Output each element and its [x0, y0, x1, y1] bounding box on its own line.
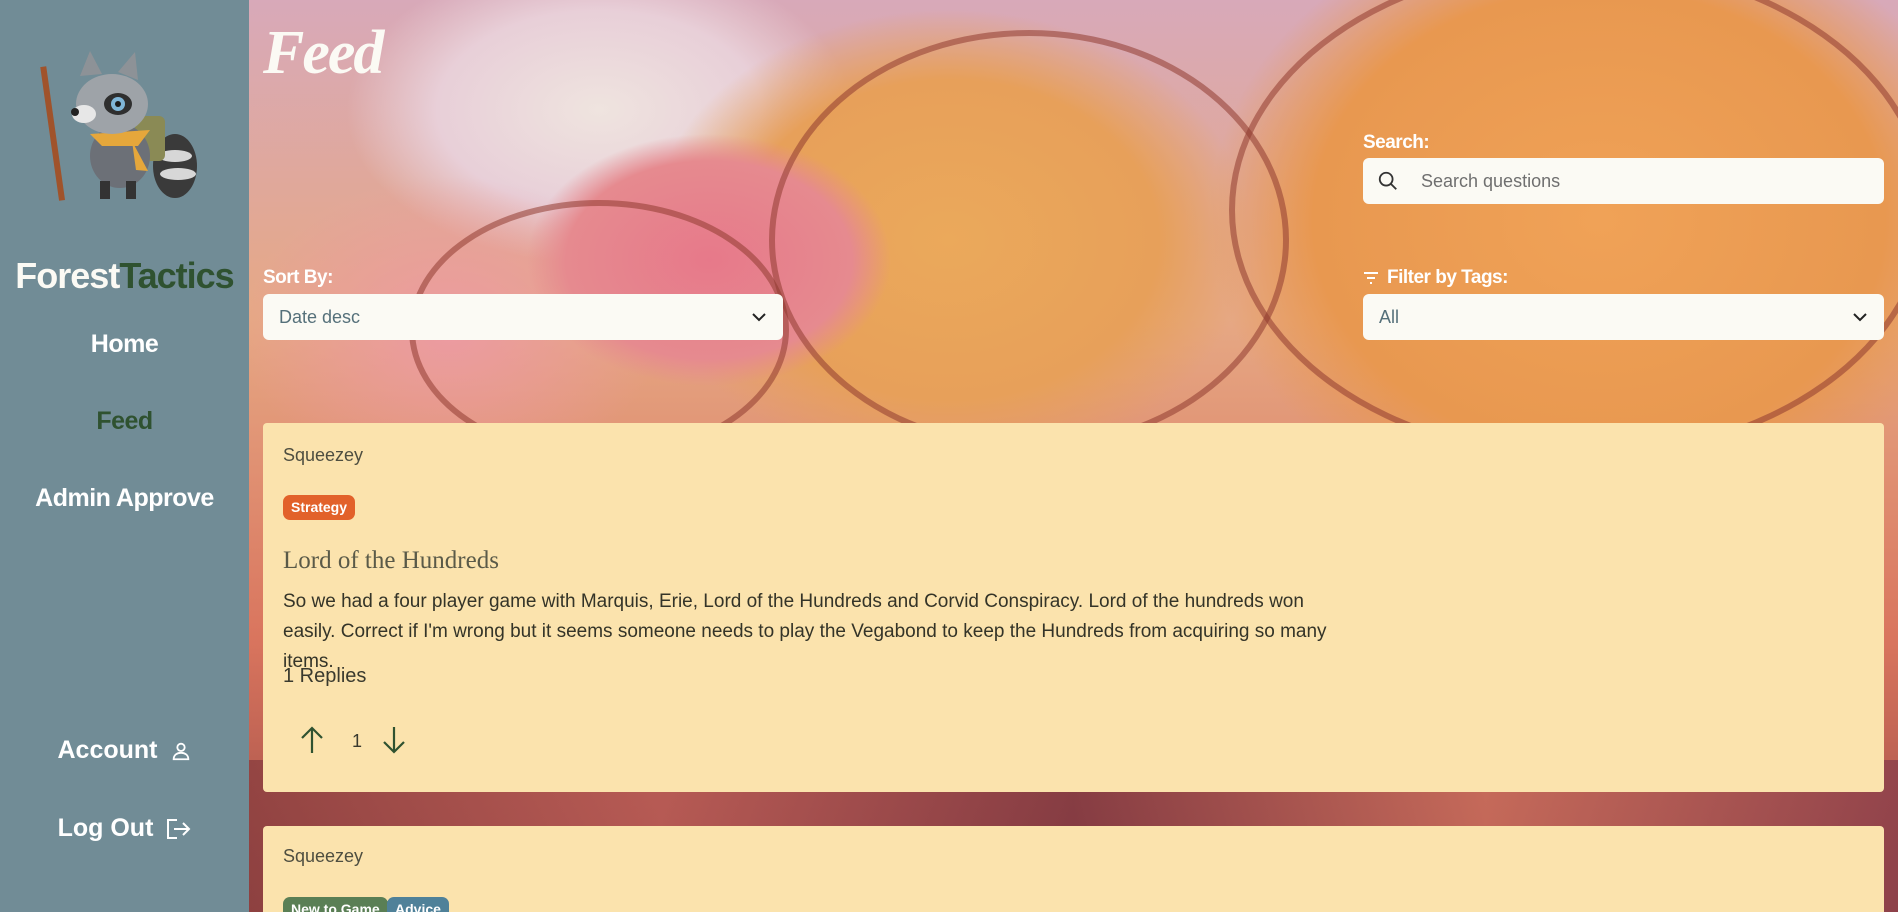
account-link[interactable]: Account	[0, 736, 249, 765]
filter-value: All	[1379, 306, 1400, 327]
vote-count: 1	[352, 731, 363, 751]
post-replies[interactable]: 1 Replies	[283, 665, 366, 688]
filter-tags-select[interactable]: All	[1363, 294, 1884, 340]
sort-select[interactable]: Date desc	[263, 294, 783, 340]
brand-name: ForestTactics	[0, 255, 249, 297]
nav-item-home[interactable]: Home	[0, 330, 249, 359]
sort-value: Date desc	[279, 306, 361, 327]
search-box[interactable]	[1363, 158, 1884, 204]
post-title[interactable]: Lord of the Hundreds	[283, 547, 499, 575]
logout-icon	[167, 818, 191, 839]
post-author: Squeezey	[283, 445, 364, 465]
chevron-down-icon	[752, 313, 766, 322]
downvote-button[interactable]	[381, 725, 407, 755]
upvote-button[interactable]	[299, 725, 325, 755]
page-title: Feed	[263, 19, 384, 87]
background-tree-outline	[769, 30, 1289, 450]
tag-badge[interactable]: New to Game	[283, 897, 388, 912]
brand-part-forest: Forest	[15, 255, 120, 296]
sort-label: Sort By:	[263, 267, 333, 288]
filter-icon	[1364, 272, 1378, 284]
post-card[interactable]: Squeezey Strategy Lord of the Hundreds S…	[263, 423, 1884, 792]
tag-badge[interactable]: Strategy	[283, 495, 356, 520]
filter-label-text: Filter by Tags:	[1387, 267, 1508, 288]
arrow-down-icon	[383, 727, 405, 754]
sidebar: ForestTactics Home Feed Admin Approve Ac…	[0, 0, 249, 912]
raccoon-logo	[40, 51, 197, 201]
main-content: Feed Search: Sort By: Date desc Filter b…	[249, 0, 1898, 912]
logout-label: Log Out	[57, 814, 154, 842]
filter-label: Filter by Tags:	[1363, 267, 1508, 289]
arrow-up-icon	[301, 726, 323, 753]
search-label: Search:	[1363, 132, 1430, 153]
user-icon	[172, 742, 189, 760]
post-body: So we had a four player game with Marqui…	[283, 591, 1327, 672]
search-icon	[1378, 171, 1397, 190]
nav-item-admin-approve[interactable]: Admin Approve	[0, 484, 249, 513]
search-input[interactable]	[1421, 170, 1841, 192]
post-author: Squeezey	[283, 846, 364, 866]
account-label: Account	[57, 736, 158, 764]
logout-link[interactable]: Log Out	[0, 814, 249, 843]
background-tree-outline	[1229, 0, 1898, 460]
brand-part-tactics: Tactics	[119, 255, 234, 296]
nav-item-feed[interactable]: Feed	[0, 407, 249, 436]
chevron-down-icon	[1853, 313, 1867, 322]
post-card[interactable]: Squeezey New to Game Advice	[263, 826, 1884, 912]
tag-badge[interactable]: Advice	[387, 897, 449, 912]
